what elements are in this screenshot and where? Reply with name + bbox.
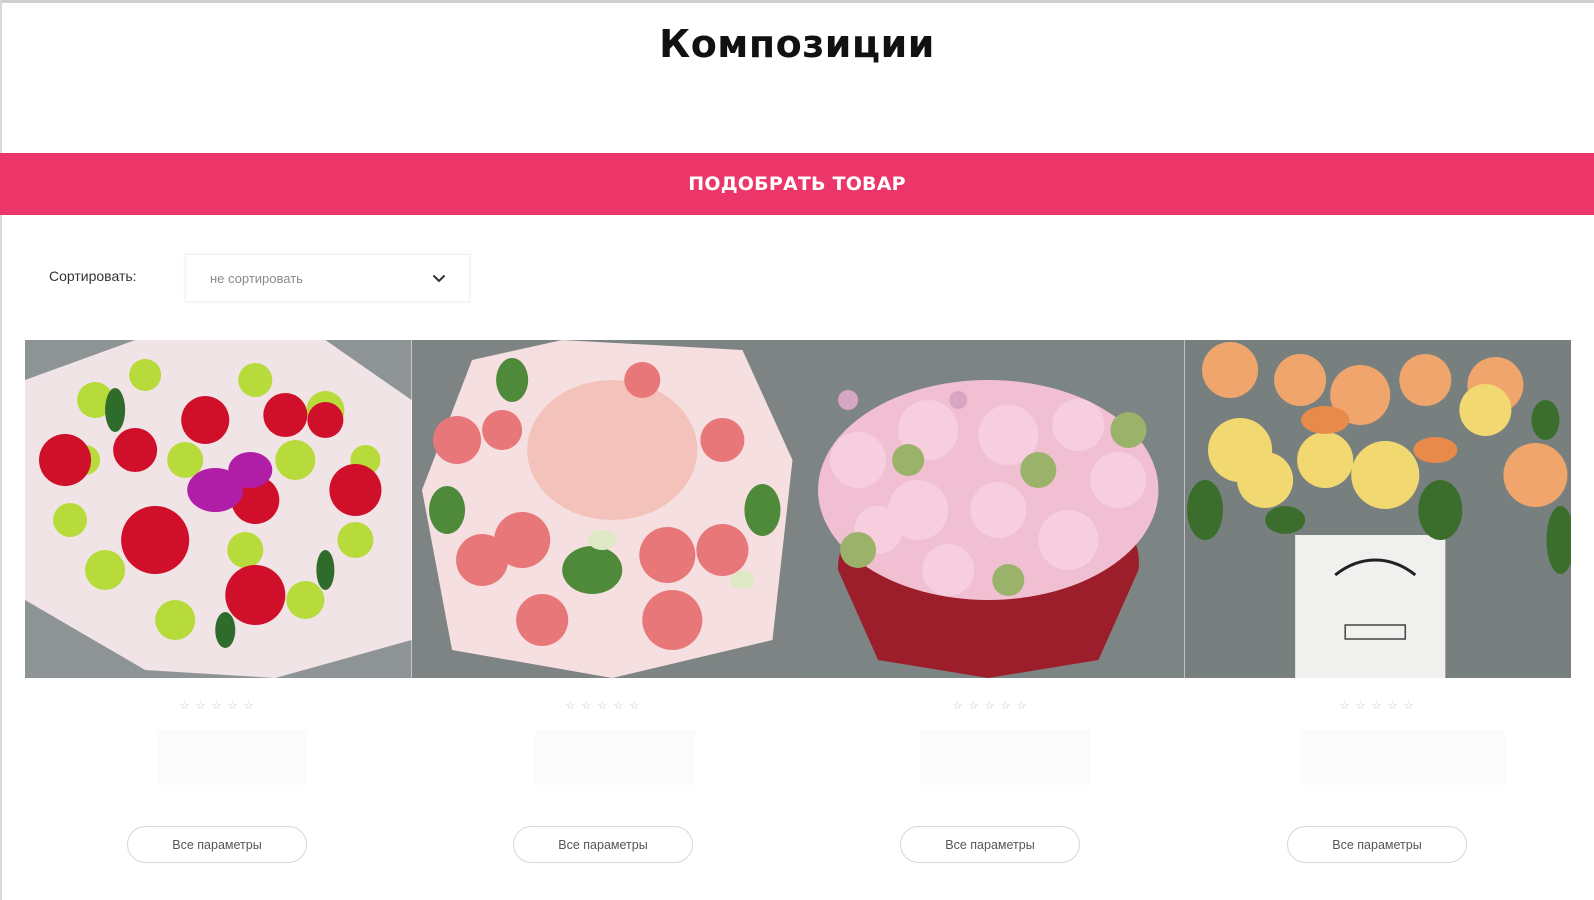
star-icon: ☆ [565,700,576,712]
product-info-placeholder [157,730,307,785]
product-info-placeholder [535,730,695,785]
top-divider [0,0,1594,3]
product-image-1[interactable] [25,340,412,678]
all-params-button[interactable]: Все параметры [513,826,693,863]
sort-select[interactable]: не сортировать [185,254,470,302]
page-title: Композиции [659,22,935,66]
star-icon: ☆ [597,700,608,712]
pick-product-button[interactable]: ПОДОБРАТЬ ТОВАР [0,153,1594,215]
star-icon: ☆ [581,700,592,712]
sort-selected-value: не сортировать [210,270,303,286]
star-icon: ☆ [952,700,963,712]
star-icon: ☆ [227,700,238,712]
sort-label: Сортировать: [49,268,137,284]
star-icon: ☆ [1000,700,1011,712]
star-icon: ☆ [211,700,222,712]
product-grid [25,340,1571,680]
all-params-button[interactable]: Все параметры [900,826,1080,863]
star-icon: ☆ [1355,700,1366,712]
rating-stars: ☆ ☆ ☆ ☆ ☆ [566,701,641,712]
star-icon: ☆ [1371,700,1382,712]
pick-product-label: ПОДОБРАТЬ ТОВАР [688,173,906,195]
all-params-button[interactable]: Все параметры [127,826,307,863]
star-icon: ☆ [1016,700,1027,712]
product-info-placeholder [1300,730,1505,785]
bouquet-image-icon [798,340,1185,678]
bouquet-image-icon [25,340,412,678]
star-icon: ☆ [1339,700,1350,712]
all-params-button[interactable]: Все параметры [1287,826,1467,863]
product-image-2[interactable] [411,340,798,678]
product-info-placeholder [920,730,1090,785]
star-icon: ☆ [1387,700,1398,712]
star-icon: ☆ [195,700,206,712]
rating-stars: ☆ ☆ ☆ ☆ ☆ [953,701,1028,712]
star-icon: ☆ [984,700,995,712]
star-icon: ☆ [179,700,190,712]
star-icon: ☆ [243,700,254,712]
star-icon: ☆ [613,700,624,712]
star-icon: ☆ [968,700,979,712]
bouquet-image-icon [411,340,798,678]
star-icon: ☆ [1403,700,1414,712]
product-image-4[interactable] [1184,340,1571,678]
rating-stars: ☆ ☆ ☆ ☆ ☆ [1340,701,1415,712]
rating-stars: ☆ ☆ ☆ ☆ ☆ [180,701,255,712]
chevron-down-icon [433,275,445,282]
product-image-3[interactable] [798,340,1185,678]
bouquet-image-icon [1184,340,1571,678]
left-divider [0,0,2,900]
star-icon: ☆ [629,700,640,712]
